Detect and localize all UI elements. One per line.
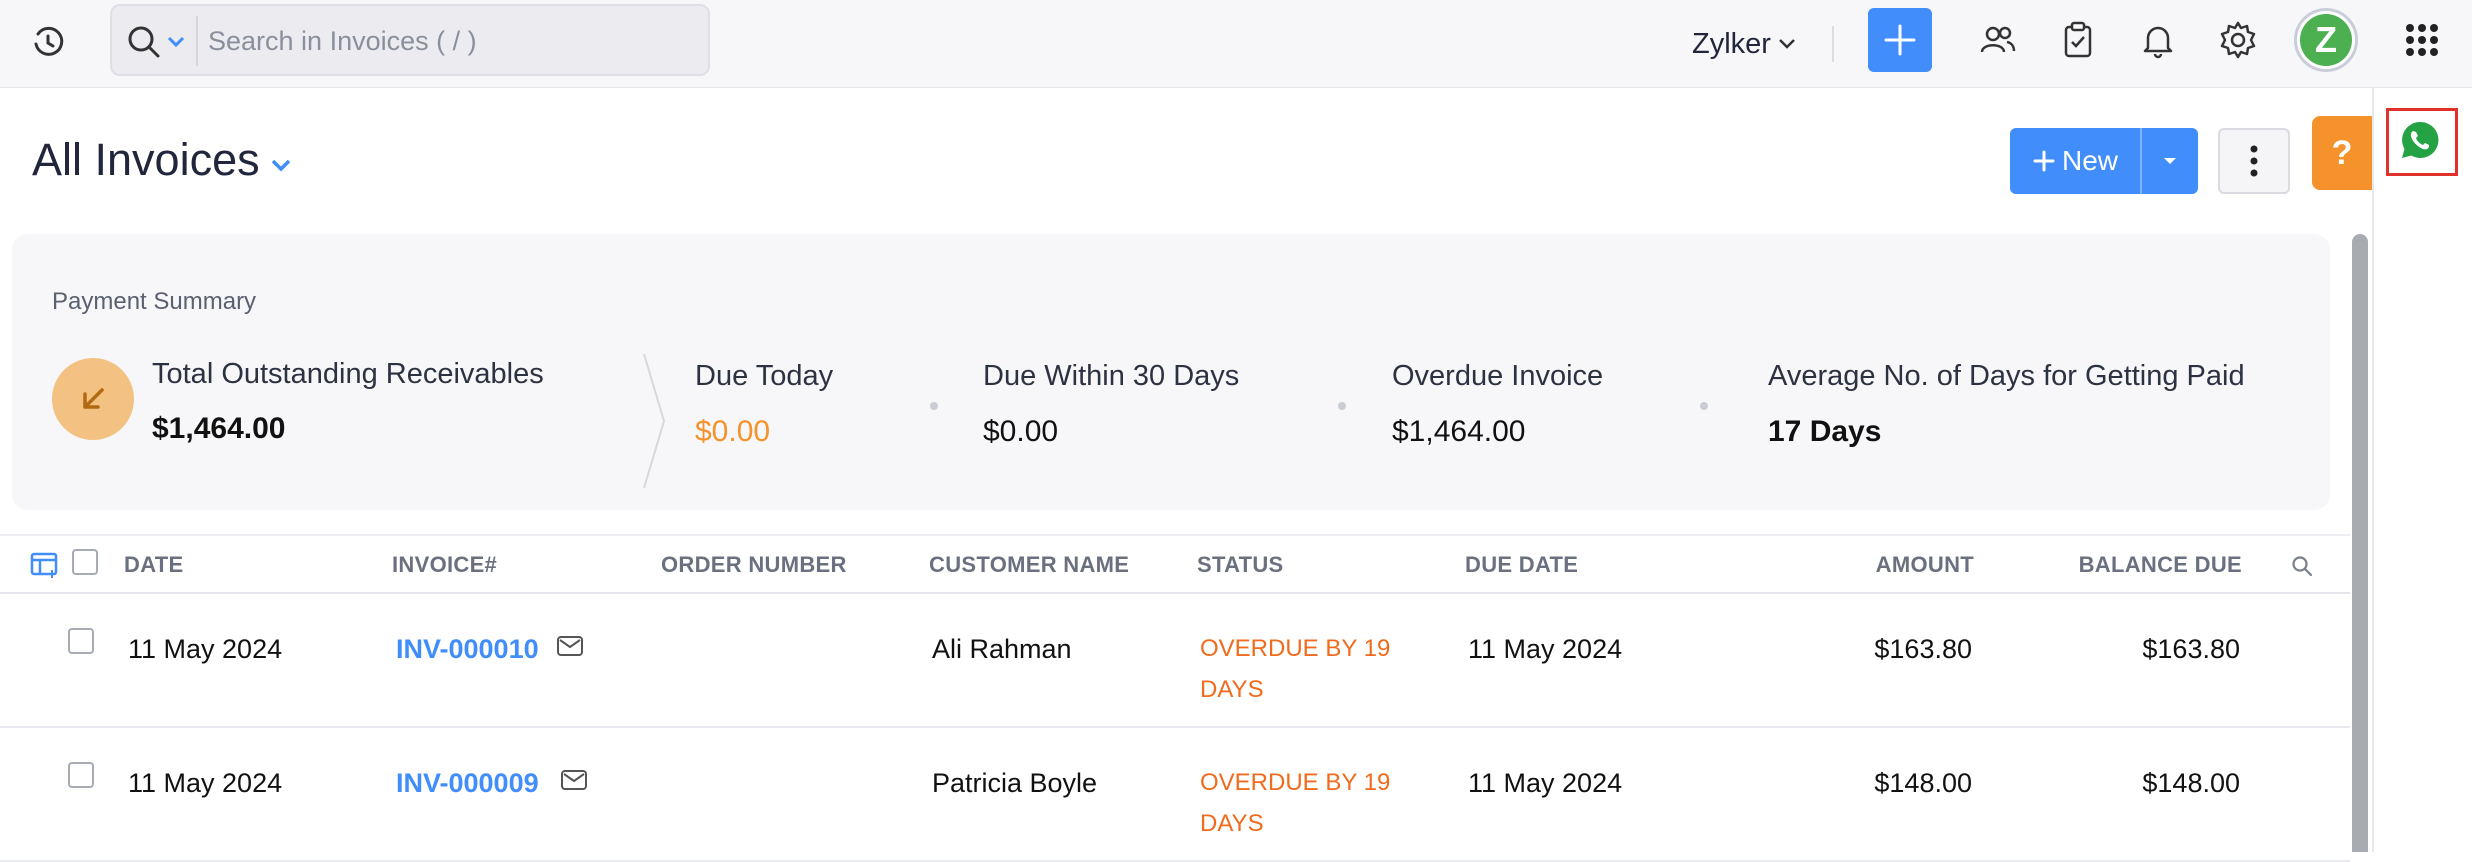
app-launcher-grid-icon[interactable]	[2402, 20, 2442, 60]
new-options-dropdown-button[interactable]	[2140, 128, 2198, 194]
row-due-date: 11 May 2024	[1468, 768, 1623, 798]
organization-name: Zylker	[1692, 27, 1771, 60]
user-avatar[interactable]: Z	[2294, 8, 2358, 72]
search-bar[interactable]	[110, 4, 710, 76]
new-button-label: New	[2061, 145, 2118, 176]
row-customer-name: Ali Rahman	[932, 634, 1072, 664]
search-icon[interactable]	[124, 22, 164, 62]
row-customer-name: Patricia Boyle	[932, 768, 1098, 798]
email-sent-icon	[557, 636, 583, 656]
page-title: All Invoices	[32, 134, 260, 185]
select-all-checkbox[interactable]	[72, 549, 98, 575]
row-due-date: 11 May 2024	[1468, 634, 1623, 664]
row-balance-due: $148.00	[2142, 768, 2240, 798]
total-receivables-value: $1,464.00	[152, 412, 286, 445]
due-within-30-days-label: Due Within 30 Days	[983, 360, 1240, 392]
overdue-invoice-metric: Overdue Invoice $1,464.00	[1392, 360, 1603, 449]
column-header-customer-name[interactable]: CUSTOMER NAME	[929, 552, 1129, 578]
payment-summary-card: Payment Summary Total Outstanding Receiv…	[12, 234, 2330, 510]
new-invoice-button-group: New	[2010, 128, 2198, 194]
chevron-down-icon	[1779, 39, 1795, 49]
payment-summary-heading: Payment Summary	[52, 288, 257, 315]
help-label: ?	[2331, 133, 2353, 172]
chevron-down-icon	[271, 159, 290, 172]
avatar-initial: Z	[2300, 14, 2352, 66]
row-invoice-link[interactable]: INV-000009	[396, 768, 539, 799]
notifications-bell-icon[interactable]	[2138, 20, 2178, 60]
column-header-date[interactable]: DATE	[124, 552, 183, 578]
recent-history-icon[interactable]	[28, 22, 68, 62]
total-receivables-label: Total Outstanding Receivables	[152, 358, 544, 390]
new-invoice-button[interactable]: New	[2010, 128, 2140, 194]
average-days-value: 17 Days	[1768, 415, 1882, 448]
search-scope-chevron-down-icon[interactable]	[166, 34, 186, 50]
row-checkbox[interactable]	[68, 628, 94, 654]
due-within-30-days-value: $0.00	[983, 415, 1059, 448]
average-days-label: Average No. of Days for Getting Paid	[1768, 360, 2245, 392]
due-within-30-days-metric: Due Within 30 Days $0.00	[983, 360, 1239, 449]
customize-columns-icon[interactable]	[30, 550, 60, 578]
overdue-invoice-value: $1,464.00	[1392, 415, 1526, 448]
metric-separator-dot	[1338, 402, 1346, 410]
column-header-due-date[interactable]: DUE DATE	[1465, 552, 1578, 578]
summary-divider	[643, 353, 666, 489]
due-today-metric: Due Today $0.00	[695, 360, 833, 449]
right-side-rail	[2372, 88, 2472, 852]
row-date: 11 May 2024	[128, 768, 283, 798]
column-header-status[interactable]: STATUS	[1197, 552, 1284, 578]
plus-icon	[2033, 150, 2055, 172]
tasks-clipboard-icon[interactable]	[2058, 20, 2098, 60]
contacts-icon[interactable]	[1978, 20, 2018, 60]
vertical-scrollbar-thumb[interactable]	[2352, 234, 2368, 852]
row-status: OVERDUE BY 19 DAYS	[1200, 769, 1391, 837]
whatsapp-icon[interactable]	[2398, 118, 2442, 162]
table-row[interactable]: 11 May 2024 INV-000009 Patricia Boyle OV…	[0, 728, 2350, 862]
email-sent-icon	[561, 770, 587, 790]
search-divider	[196, 16, 198, 66]
due-today-value: $0.00	[695, 415, 771, 448]
page-title-dropdown[interactable]: All Invoices	[32, 134, 292, 186]
organization-switcher[interactable]: Zylker	[1692, 22, 1797, 66]
table-row[interactable]: 11 May 2024 INV-000010 Ali Rahman OVERDU…	[0, 594, 2350, 728]
row-balance-due: $163.80	[2142, 634, 2240, 664]
arrow-down-left-icon	[83, 388, 104, 409]
invoice-table-header: DATE INVOICE# ORDER NUMBER CUSTOMER NAME…	[0, 534, 2350, 594]
topbar-divider	[1832, 26, 1834, 62]
settings-gear-icon[interactable]	[2218, 20, 2258, 60]
row-invoice-link[interactable]: INV-000010	[396, 634, 539, 665]
table-search-icon[interactable]	[2290, 554, 2314, 578]
help-tab[interactable]: ?	[2312, 116, 2372, 190]
vertical-ellipsis-icon	[2250, 145, 2258, 177]
receivables-badge	[52, 358, 134, 440]
overdue-invoice-label: Overdue Invoice	[1392, 360, 1604, 392]
search-input[interactable]	[208, 16, 688, 66]
more-actions-button[interactable]	[2218, 128, 2290, 194]
top-bar: Zylker Z	[0, 0, 2472, 88]
row-checkbox[interactable]	[68, 762, 94, 788]
metric-separator-dot	[1700, 402, 1708, 410]
due-today-label: Due Today	[695, 360, 834, 392]
column-header-balance-due[interactable]: BALANCE DUE	[1942, 552, 2242, 578]
column-header-invoice-number[interactable]: INVOICE#	[392, 552, 497, 578]
column-header-order-number[interactable]: ORDER NUMBER	[661, 552, 847, 578]
average-days-to-pay-metric: Average No. of Days for Getting Paid 17 …	[1768, 360, 2245, 449]
metric-separator-dot	[930, 402, 938, 410]
row-date: 11 May 2024	[128, 634, 283, 664]
row-status: OVERDUE BY 19 DAYS	[1200, 635, 1391, 703]
quick-create-button[interactable]	[1868, 8, 1932, 72]
caret-down-icon	[2164, 158, 2176, 164]
plus-icon	[1884, 24, 1916, 56]
